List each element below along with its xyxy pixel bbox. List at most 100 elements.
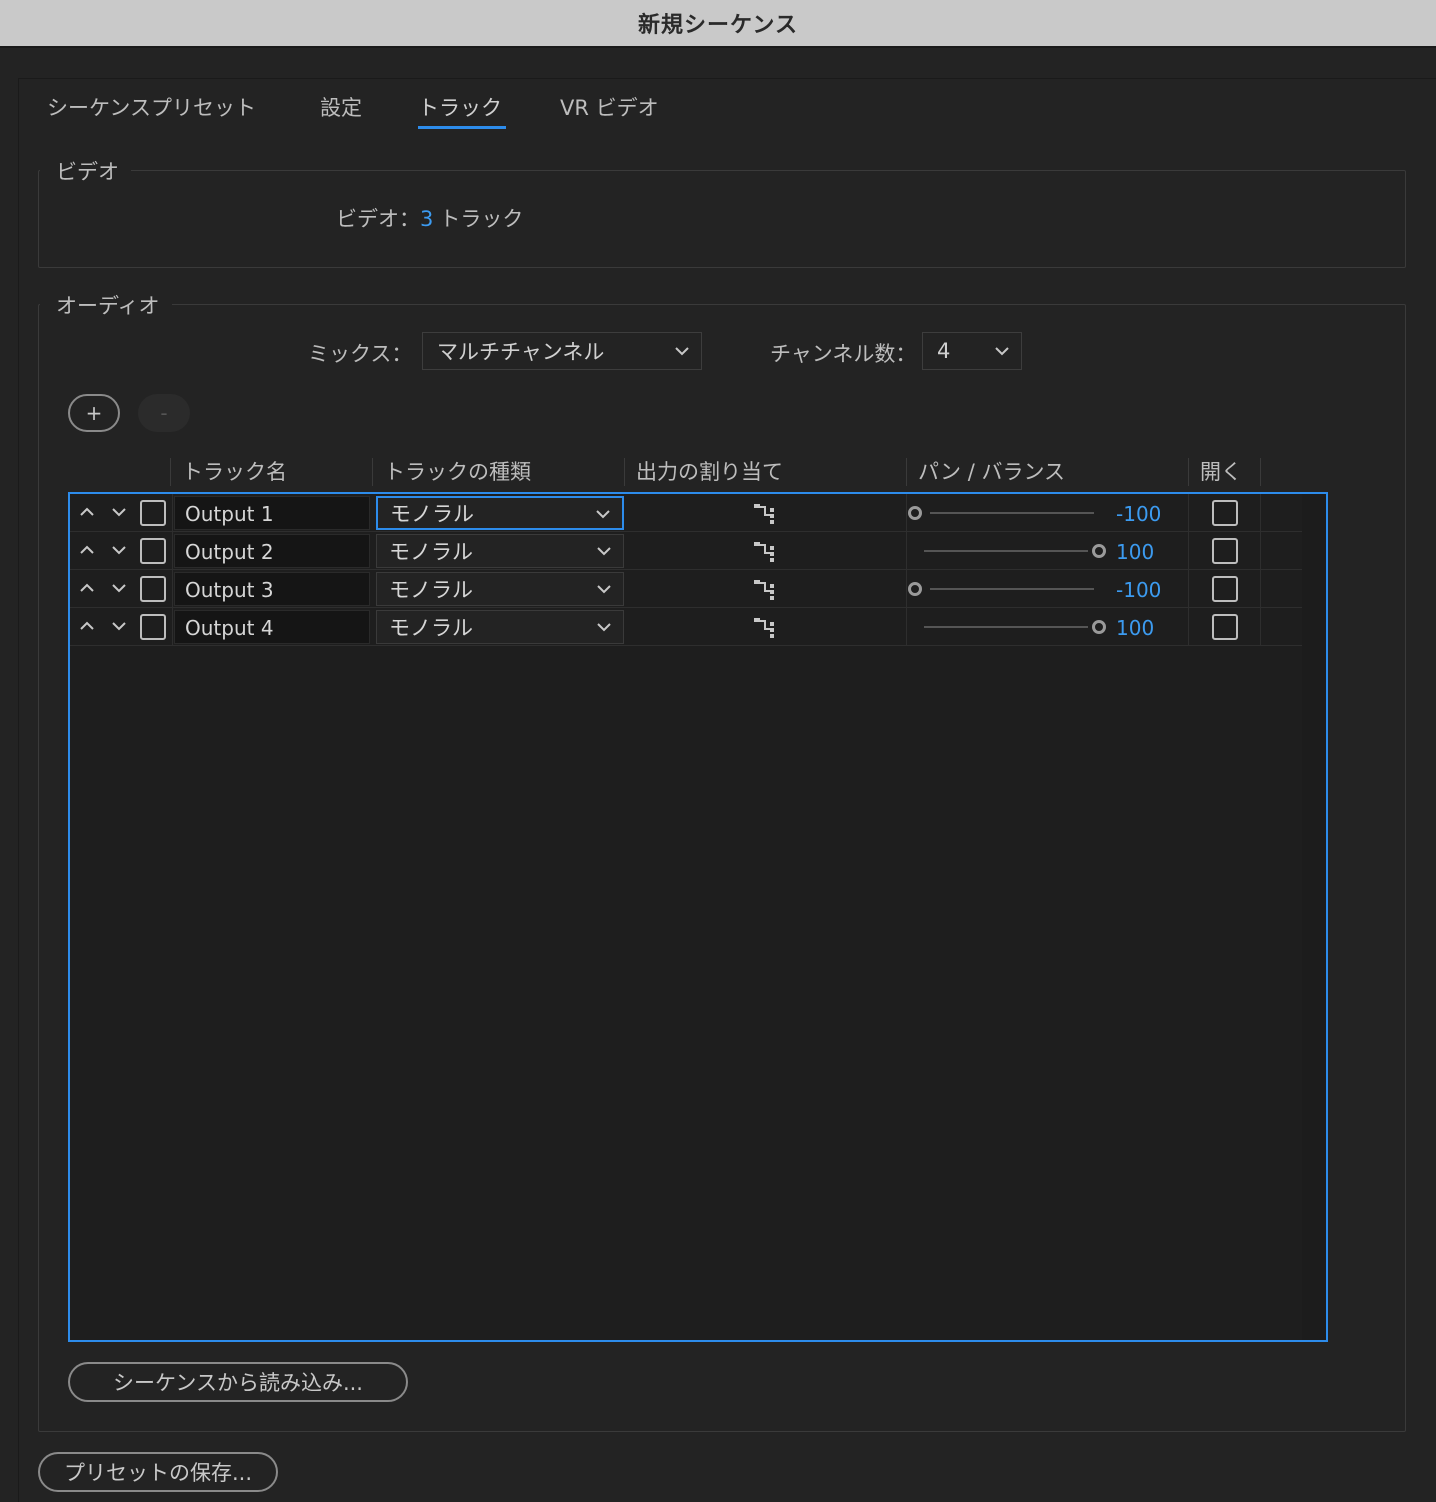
table-scrollbar[interactable] (1302, 494, 1326, 1340)
cell-divider (1188, 570, 1189, 608)
pan-slider-track[interactable] (924, 550, 1088, 552)
cell-divider (1260, 494, 1261, 532)
column-header-track-name: トラック名 (182, 460, 287, 484)
track-name-value: Output 1 (185, 502, 274, 526)
pan-slider-knob[interactable] (1092, 544, 1106, 558)
cell-divider (1260, 570, 1261, 608)
table-row[interactable]: Output 2 モノラル 100 (70, 532, 1302, 570)
mix-select-value: マルチチャンネル (437, 340, 605, 364)
move-down-icon[interactable] (110, 503, 128, 521)
column-header-open: 開く (1200, 460, 1242, 484)
remove-track-button[interactable]: - (138, 394, 190, 432)
add-track-button[interactable]: + (68, 394, 120, 432)
pan-value[interactable]: -100 (1116, 578, 1161, 602)
move-down-icon[interactable] (110, 617, 128, 635)
track-type-value: モノラル (389, 616, 473, 640)
track-name-input[interactable]: Output 3 (174, 572, 370, 606)
tab-vr-video[interactable]: VR ビデオ (560, 92, 659, 122)
pan-slider-knob[interactable] (1092, 620, 1106, 634)
pan-value[interactable]: 100 (1116, 540, 1154, 564)
track-open-checkbox[interactable] (1212, 538, 1238, 564)
video-track-unit: トラック (439, 207, 524, 231)
track-name-value: Output 4 (185, 616, 274, 640)
track-open-checkbox[interactable] (1212, 614, 1238, 640)
move-down-icon[interactable] (110, 579, 128, 597)
move-up-icon[interactable] (78, 503, 96, 521)
track-name-value: Output 2 (185, 540, 274, 564)
track-type-value: モノラル (389, 540, 473, 564)
active-tab-indicator (418, 126, 506, 129)
tab-settings[interactable]: 設定 (320, 92, 362, 122)
chevron-down-icon (596, 510, 610, 519)
cell-divider (906, 532, 907, 570)
channels-select[interactable]: 4 (922, 332, 1022, 370)
column-divider (1260, 458, 1261, 486)
chevron-down-icon (597, 623, 611, 632)
mix-label: ミックス： (308, 342, 413, 366)
pan-slider-track[interactable] (930, 588, 1094, 590)
column-header-pan-balance: パン / バランス (918, 460, 1066, 484)
track-type-value: モノラル (389, 578, 473, 602)
chevron-down-icon (995, 347, 1009, 356)
pan-value[interactable]: 100 (1116, 616, 1154, 640)
window-titlebar: 新規シーケンス (0, 0, 1436, 48)
track-list: Output 1 モノラル -100 Output 2 モノラル 100 Out… (70, 494, 1302, 1340)
column-header-track-type: トラックの種類 (384, 460, 531, 484)
column-divider (1188, 458, 1189, 486)
output-routing-icon[interactable] (752, 502, 780, 526)
pan-slider-track[interactable] (924, 626, 1088, 628)
move-up-icon[interactable] (78, 617, 96, 635)
track-select-checkbox[interactable] (140, 538, 166, 564)
column-divider (624, 458, 625, 486)
import-from-sequence-button[interactable]: シーケンスから読み込み... (68, 1362, 408, 1402)
table-row[interactable]: Output 1 モノラル -100 (70, 494, 1302, 532)
tab-tracks[interactable]: トラック (418, 92, 502, 122)
cell-divider (906, 608, 907, 646)
video-group-label: ビデオ (40, 156, 131, 186)
track-type-select[interactable]: モノラル (376, 496, 624, 530)
cell-divider (1188, 494, 1189, 532)
output-routing-icon[interactable] (752, 540, 780, 564)
column-header-output-assign: 出力の割り当て (636, 460, 783, 484)
track-select-checkbox[interactable] (140, 500, 166, 526)
move-up-icon[interactable] (78, 541, 96, 559)
track-type-select[interactable]: モノラル (376, 610, 624, 644)
pan-value[interactable]: -100 (1116, 502, 1161, 526)
audio-group-label: オーディオ (40, 290, 172, 320)
audio-track-table[interactable]: Output 1 モノラル -100 Output 2 モノラル 100 Out… (68, 492, 1328, 1342)
pan-slider-track[interactable] (930, 512, 1094, 514)
track-open-checkbox[interactable] (1212, 576, 1238, 602)
track-type-select[interactable]: モノラル (376, 534, 624, 568)
window-title: 新規シーケンス (638, 13, 798, 38)
cell-divider (172, 494, 173, 532)
save-preset-button[interactable]: プリセットの保存... (38, 1452, 278, 1492)
output-routing-icon[interactable] (752, 616, 780, 640)
track-type-value: モノラル (390, 502, 474, 526)
cell-divider (172, 570, 173, 608)
table-row[interactable]: Output 3 モノラル -100 (70, 570, 1302, 608)
output-routing-icon[interactable] (752, 578, 780, 602)
channels-label: チャンネル数： (770, 342, 917, 366)
track-name-input[interactable]: Output 1 (174, 496, 370, 530)
video-track-count[interactable]: 3 (420, 207, 433, 231)
mix-select[interactable]: マルチチャンネル (422, 332, 702, 370)
chevron-down-icon (597, 547, 611, 556)
cell-divider (906, 494, 907, 532)
table-row[interactable]: Output 4 モノラル 100 (70, 608, 1302, 646)
track-name-input[interactable]: Output 4 (174, 610, 370, 644)
track-name-input[interactable]: Output 2 (174, 534, 370, 568)
pan-slider-knob[interactable] (908, 506, 922, 520)
column-divider (372, 458, 373, 486)
chevron-down-icon (675, 347, 689, 356)
column-divider (170, 458, 171, 486)
pan-slider-knob[interactable] (908, 582, 922, 596)
track-select-checkbox[interactable] (140, 614, 166, 640)
video-tracks-row: ビデオ：3 トラック (336, 203, 523, 233)
tab-sequence-presets[interactable]: シーケンスプリセット (47, 92, 256, 122)
track-type-select[interactable]: モノラル (376, 572, 624, 606)
track-open-checkbox[interactable] (1212, 500, 1238, 526)
move-up-icon[interactable] (78, 579, 96, 597)
move-down-icon[interactable] (110, 541, 128, 559)
track-select-checkbox[interactable] (140, 576, 166, 602)
column-divider (906, 458, 907, 486)
